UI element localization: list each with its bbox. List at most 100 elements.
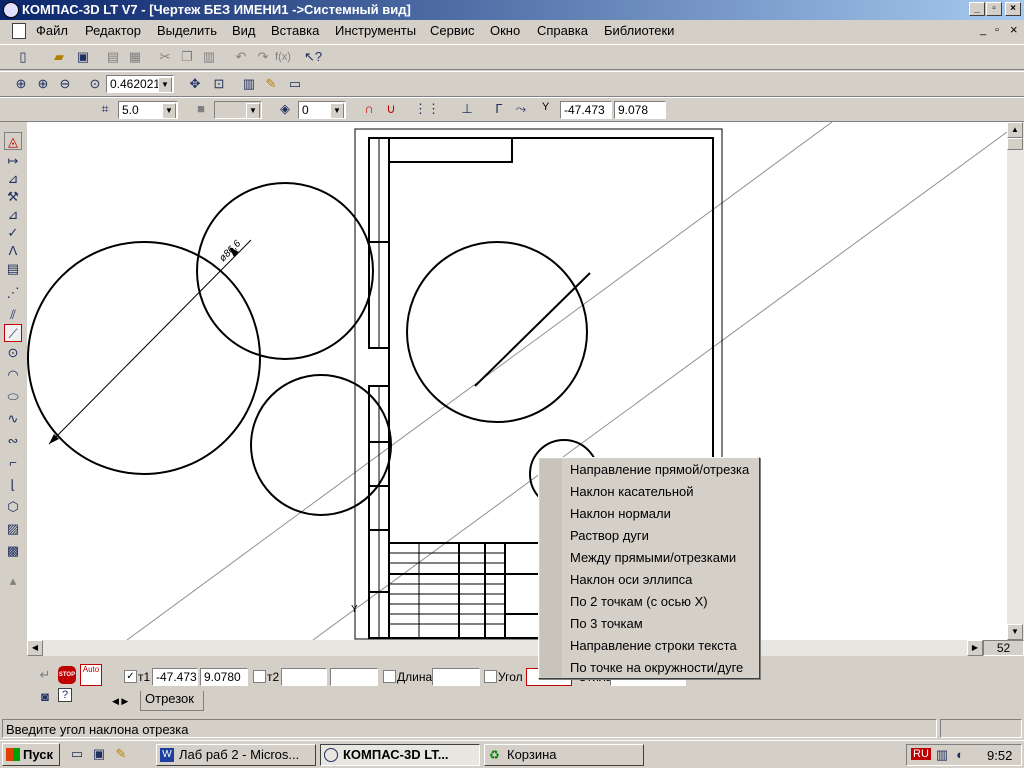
point-icon[interactable]: ⋰ (4, 284, 22, 302)
local-snap-icon[interactable]: ∪ (382, 100, 400, 118)
ctx-arc-angle[interactable]: Раствор дуги (570, 525, 649, 547)
drawing-canvas[interactable]: ø86,6 Y (27, 122, 1007, 640)
step-dropdown-arrow[interactable]: ▼ (162, 103, 176, 118)
close-button[interactable]: × (1005, 2, 1021, 16)
ctx-three-points[interactable]: По 3 точкам (570, 613, 643, 635)
ctx-tangent-slope[interactable]: Наклон касательной (570, 481, 694, 503)
display-mode-icon[interactable]: ▭ (286, 75, 304, 93)
tab-scroll-icon[interactable]: ◀ ▶ (112, 696, 128, 707)
select-icon[interactable]: Λ (4, 242, 22, 260)
ortho-icon[interactable]: Γ (490, 100, 508, 118)
coord-x-field[interactable]: -47.473 (560, 101, 612, 119)
pan-icon[interactable]: ✥ (186, 75, 204, 93)
language-indicator[interactable]: RU (911, 748, 931, 760)
start-button[interactable]: Пуск (2, 743, 60, 766)
round-icon[interactable]: ⤳ (512, 100, 530, 118)
save-icon[interactable]: ▣ (74, 48, 92, 66)
dimensions-icon[interactable]: ↦ (4, 152, 22, 170)
spec-icon[interactable]: ▤ (4, 260, 22, 278)
zoom-dropdown-arrow[interactable]: ▼ (158, 77, 172, 92)
style-select[interactable]: ▼ (214, 101, 262, 119)
t1-checkbox[interactable]: ✓ (124, 670, 137, 683)
zoom-out-icon[interactable]: ⊖ (56, 75, 74, 93)
t2-checkbox[interactable] (253, 670, 266, 683)
enter-icon[interactable]: ↵ (36, 666, 54, 684)
scroll-down-icon[interactable]: ▴ (4, 572, 22, 590)
doc-close-button[interactable]: × (1010, 22, 1018, 37)
chamfer-icon[interactable]: ⌐ (4, 454, 22, 472)
coord-y-field[interactable]: 9.078 (614, 101, 666, 119)
ctx-point-on-circle[interactable]: По точке на окружности/дуге (570, 657, 743, 679)
ctx-text-direction[interactable]: Направление строки текста (570, 635, 737, 657)
symbols-icon[interactable]: ⊿ (4, 170, 22, 188)
ctx-between-lines[interactable]: Между прямыми/отрезками (570, 547, 736, 569)
task-kompas[interactable]: КОМПАС-3D LT... (320, 744, 480, 766)
maximize-button[interactable]: ▫ (986, 2, 1002, 16)
zoom-input[interactable]: 0.462021 ▼ (106, 75, 174, 93)
length-checkbox[interactable] (383, 670, 396, 683)
menu-help[interactable]: Справка (537, 23, 588, 38)
circle-icon[interactable]: ⊙ (4, 344, 22, 362)
redo-icon[interactable]: ↷ (254, 48, 272, 66)
layer-input[interactable]: 0 ▼ (298, 101, 346, 119)
preview-icon[interactable]: ▦ (126, 48, 144, 66)
open-folder-icon[interactable]: ▰ (50, 48, 68, 66)
layer-dropdown-arrow[interactable]: ▼ (330, 103, 344, 118)
ctx-line-direction[interactable]: Направление прямой/отрезка (570, 459, 749, 481)
step-input[interactable]: 5.0 ▼ (118, 101, 178, 119)
function-icon[interactable]: f(x) (274, 48, 292, 66)
paste-icon[interactable]: ▥ (200, 48, 218, 66)
scroll-left-button[interactable]: ◀ (27, 640, 43, 656)
length-field[interactable] (432, 668, 480, 686)
task-recycle-bin[interactable]: ♻ Корзина (484, 744, 644, 766)
measure-icon[interactable]: ✓ (4, 224, 22, 242)
menu-libraries[interactable]: Библиотеки (604, 23, 674, 38)
auto-button[interactable]: Auto (80, 664, 102, 686)
hatch-icon[interactable]: ▨ (4, 520, 22, 538)
zoom-window-icon[interactable]: ⊕ (34, 75, 52, 93)
ellipse-icon[interactable]: ⬭ (4, 388, 22, 406)
segment-icon[interactable]: ⟋ (4, 324, 22, 342)
undo-icon[interactable]: ↶ (232, 48, 250, 66)
fillet-icon[interactable]: ⌊ (4, 476, 22, 494)
ctx-ellipse-axis[interactable]: Наклон оси эллипса (570, 569, 692, 591)
scroll-down-button[interactable]: ▼ (1007, 624, 1023, 640)
grid-icon[interactable]: ⋮⋮ (414, 100, 440, 118)
segment-tab[interactable]: Отрезок (140, 691, 204, 711)
spline-icon[interactable]: ∿ (4, 410, 22, 428)
camera-icon[interactable]: ◙ (36, 688, 54, 706)
parametrize-icon[interactable]: ⊿ (4, 206, 22, 224)
menu-view[interactable]: Вид (232, 23, 256, 38)
edit-icon[interactable]: ⚒ (4, 188, 22, 206)
new-file-icon[interactable]: ▯ (14, 48, 32, 66)
minimize-button[interactable]: _ (969, 2, 985, 16)
cut-icon[interactable]: ✂ (156, 48, 174, 66)
show-all-icon[interactable]: ⊡ (210, 75, 228, 93)
geometry-icon[interactable]: ◬ (4, 132, 22, 150)
cursor-step-icon[interactable]: ⌗ (96, 100, 114, 118)
t2-y-field[interactable] (330, 668, 378, 686)
print-icon[interactable]: ▤ (104, 48, 122, 66)
quicklaunch-pen-icon[interactable]: ✎ (112, 745, 130, 763)
zoom-in-icon[interactable]: ⊕ (12, 75, 30, 93)
menu-tools[interactable]: Инструменты (335, 23, 416, 38)
scroll-up-button[interactable]: ▲ (1007, 122, 1023, 138)
contour-icon[interactable]: ▩ (4, 542, 22, 560)
ctx-normal-slope[interactable]: Наклон нормали (570, 503, 671, 525)
quicklaunch-explorer-icon[interactable]: ▭ (68, 745, 86, 763)
snap-icon[interactable]: ✎ (262, 75, 280, 93)
zoom-scale-icon[interactable]: ⊙ (86, 75, 104, 93)
horizontal-scrollbar[interactable]: ◀ ▶ (27, 640, 1007, 656)
scroll-thumb-vertical[interactable] (1007, 138, 1023, 150)
help-icon[interactable]: ? (58, 688, 72, 702)
polygon-icon[interactable]: ⬡ (4, 498, 22, 516)
stop-button[interactable]: STOP (58, 666, 76, 684)
t1-y-field[interactable]: 9.0780 (200, 668, 248, 686)
menu-edit[interactable]: Редактор (85, 23, 141, 38)
polyline-icon[interactable]: ∾ (4, 432, 22, 450)
task-word-document[interactable]: W Лаб раб 2 - Micros... (156, 744, 316, 766)
menu-service[interactable]: Сервис (430, 23, 475, 38)
t2-x-field[interactable] (281, 668, 327, 686)
menu-window[interactable]: Окно (490, 23, 520, 38)
aux-line-icon[interactable]: ⫽ (4, 306, 22, 324)
